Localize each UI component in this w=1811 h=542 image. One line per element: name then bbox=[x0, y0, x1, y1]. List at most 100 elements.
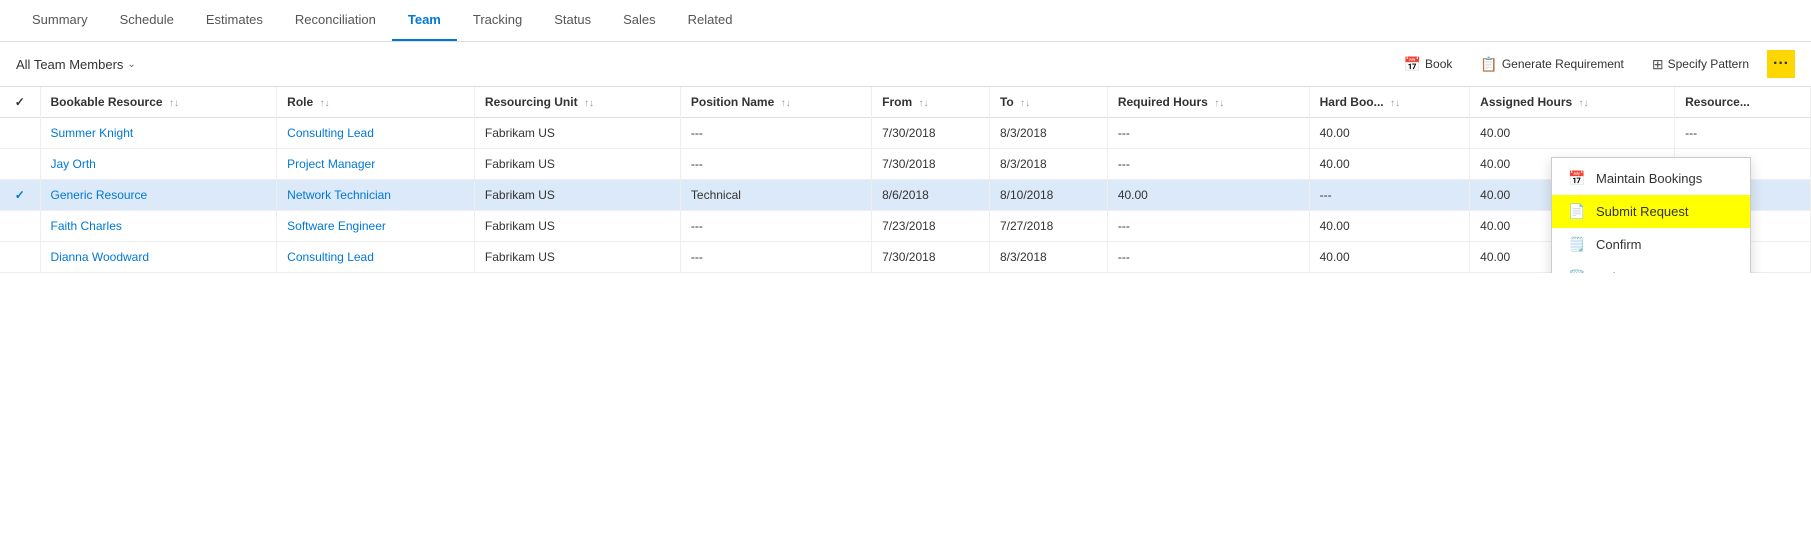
row-required-3: --- bbox=[1107, 211, 1309, 242]
sort-icon-required: ↑↓ bbox=[1214, 98, 1224, 109]
context-dropdown-menu: 📅 Maintain Bookings 📄 Submit Request 🗒️ … bbox=[1551, 157, 1751, 273]
menu-label-2: Confirm bbox=[1596, 237, 1642, 252]
row-to-4: 8/3/2018 bbox=[989, 242, 1107, 273]
header-check: ✓ bbox=[15, 95, 25, 109]
col-resource-extra: Resource... bbox=[1675, 87, 1811, 118]
col-assigned-hours[interactable]: Assigned Hours ↑↓ bbox=[1470, 87, 1675, 118]
tab-schedule[interactable]: Schedule bbox=[104, 0, 190, 41]
col-bookable-resource[interactable]: Bookable Resource ↑↓ bbox=[40, 87, 277, 118]
row-assigned-0: 40.00 bbox=[1470, 118, 1675, 149]
book-button[interactable]: 📅 Book bbox=[1394, 52, 1463, 77]
table-row[interactable]: Summer Knight Consulting Lead Fabrikam U… bbox=[0, 118, 1811, 149]
team-table: ✓ Bookable Resource ↑↓ Role ↑↓ Resourcin… bbox=[0, 87, 1811, 273]
col-role[interactable]: Role ↑↓ bbox=[277, 87, 475, 118]
row-position-3: --- bbox=[680, 211, 871, 242]
sort-icon-position: ↑↓ bbox=[781, 98, 791, 109]
tab-summary[interactable]: Summary bbox=[16, 0, 104, 41]
row-hardboo-1: 40.00 bbox=[1309, 149, 1470, 180]
table-header-row: ✓ Bookable Resource ↑↓ Role ↑↓ Resourcin… bbox=[0, 87, 1811, 118]
row-position-0: --- bbox=[680, 118, 871, 149]
filter-dropdown[interactable]: All Team Members ⌄ bbox=[16, 57, 136, 72]
col-resourcing-unit[interactable]: Resourcing Unit ↑↓ bbox=[474, 87, 680, 118]
row-check-1[interactable] bbox=[0, 149, 40, 180]
more-options-button[interactable]: ··· bbox=[1767, 50, 1795, 78]
sort-icon-to: ↑↓ bbox=[1020, 98, 1030, 109]
row-check-2[interactable]: ✓ bbox=[0, 180, 40, 211]
row-position-2: Technical bbox=[680, 180, 871, 211]
menu-icon-0: 📅 bbox=[1568, 170, 1586, 187]
generate-requirement-button[interactable]: 📋 Generate Requirement bbox=[1470, 52, 1634, 77]
table-row[interactable]: Dianna Woodward Consulting Lead Fabrikam… bbox=[0, 242, 1811, 273]
table-row[interactable]: Jay Orth Project Manager Fabrikam US ---… bbox=[0, 149, 1811, 180]
row-required-0: --- bbox=[1107, 118, 1309, 149]
col-from[interactable]: From ↑↓ bbox=[872, 87, 990, 118]
tab-related[interactable]: Related bbox=[672, 0, 749, 41]
menu-item-confirm[interactable]: 🗒️ Confirm bbox=[1552, 228, 1750, 261]
menu-item-maintain-bookings[interactable]: 📅 Maintain Bookings bbox=[1552, 162, 1750, 195]
menu-icon-3: 🗑️ bbox=[1568, 269, 1586, 273]
col-to[interactable]: To ↑↓ bbox=[989, 87, 1107, 118]
row-check-4[interactable] bbox=[0, 242, 40, 273]
book-icon: 📅 bbox=[1404, 56, 1421, 73]
col-check: ✓ bbox=[0, 87, 40, 118]
row-resource-3[interactable]: Faith Charles bbox=[40, 211, 277, 242]
table-row[interactable]: Faith Charles Software Engineer Fabrikam… bbox=[0, 211, 1811, 242]
row-resourcing-2: Fabrikam US bbox=[474, 180, 680, 211]
row-resourcing-3: Fabrikam US bbox=[474, 211, 680, 242]
tab-status[interactable]: Status bbox=[538, 0, 607, 41]
row-check-0[interactable] bbox=[0, 118, 40, 149]
row-hardboo-4: 40.00 bbox=[1309, 242, 1470, 273]
row-resourcing-0: Fabrikam US bbox=[474, 118, 680, 149]
menu-label-3: Delete bbox=[1596, 270, 1634, 273]
row-check-3[interactable] bbox=[0, 211, 40, 242]
row-required-4: --- bbox=[1107, 242, 1309, 273]
sort-icon-from: ↑↓ bbox=[918, 98, 928, 109]
tab-sales[interactable]: Sales bbox=[607, 0, 672, 41]
row-from-1: 7/30/2018 bbox=[872, 149, 990, 180]
row-to-0: 8/3/2018 bbox=[989, 118, 1107, 149]
sort-icon-hardboo: ↑↓ bbox=[1390, 98, 1400, 109]
row-extra-0: --- bbox=[1675, 118, 1811, 149]
menu-label-1: Submit Request bbox=[1596, 204, 1689, 219]
row-required-2: 40.00 bbox=[1107, 180, 1309, 211]
row-hardboo-3: 40.00 bbox=[1309, 211, 1470, 242]
chevron-down-icon: ⌄ bbox=[127, 59, 135, 70]
row-resourcing-4: Fabrikam US bbox=[474, 242, 680, 273]
row-to-1: 8/3/2018 bbox=[989, 149, 1107, 180]
row-role-2: Network Technician bbox=[277, 180, 475, 211]
filter-label: All Team Members bbox=[16, 57, 123, 72]
row-to-2: 8/10/2018 bbox=[989, 180, 1107, 211]
tab-reconciliation[interactable]: Reconciliation bbox=[279, 0, 392, 41]
row-required-1: --- bbox=[1107, 149, 1309, 180]
row-resource-1[interactable]: Jay Orth bbox=[40, 149, 277, 180]
row-hardboo-2: --- bbox=[1309, 180, 1470, 211]
sort-icon-role: ↑↓ bbox=[320, 98, 330, 109]
col-hard-boo[interactable]: Hard Boo... ↑↓ bbox=[1309, 87, 1470, 118]
row-resource-2[interactable]: Generic Resource bbox=[40, 180, 277, 211]
tab-team[interactable]: Team bbox=[392, 0, 457, 41]
col-position-name[interactable]: Position Name ↑↓ bbox=[680, 87, 871, 118]
sort-icon-assigned: ↑↓ bbox=[1579, 98, 1589, 109]
toolbar: All Team Members ⌄ 📅 Book 📋 Generate Req… bbox=[0, 42, 1811, 87]
menu-icon-1: 📄 bbox=[1568, 203, 1586, 220]
row-position-4: --- bbox=[680, 242, 871, 273]
tab-tracking[interactable]: Tracking bbox=[457, 0, 538, 41]
row-role-0: Consulting Lead bbox=[277, 118, 475, 149]
row-resource-0[interactable]: Summer Knight bbox=[40, 118, 277, 149]
generate-icon: 📋 bbox=[1480, 56, 1497, 73]
menu-item-delete[interactable]: 🗑️ Delete bbox=[1552, 261, 1750, 273]
row-from-4: 7/30/2018 bbox=[872, 242, 990, 273]
specify-pattern-button[interactable]: ⊞ Specify Pattern bbox=[1642, 52, 1759, 77]
menu-icon-2: 🗒️ bbox=[1568, 236, 1586, 253]
table-row[interactable]: ✓ Generic Resource Network Technician Fa… bbox=[0, 180, 1811, 211]
row-role-1: Project Manager bbox=[277, 149, 475, 180]
table-container: ✓ Bookable Resource ↑↓ Role ↑↓ Resourcin… bbox=[0, 87, 1811, 273]
col-required-hours[interactable]: Required Hours ↑↓ bbox=[1107, 87, 1309, 118]
sort-icon-resourcing: ↑↓ bbox=[584, 98, 594, 109]
row-resource-4[interactable]: Dianna Woodward bbox=[40, 242, 277, 273]
menu-label-0: Maintain Bookings bbox=[1596, 171, 1702, 186]
menu-item-submit-request[interactable]: 📄 Submit Request bbox=[1552, 195, 1750, 228]
row-from-3: 7/23/2018 bbox=[872, 211, 990, 242]
tab-estimates[interactable]: Estimates bbox=[190, 0, 279, 41]
row-from-2: 8/6/2018 bbox=[872, 180, 990, 211]
